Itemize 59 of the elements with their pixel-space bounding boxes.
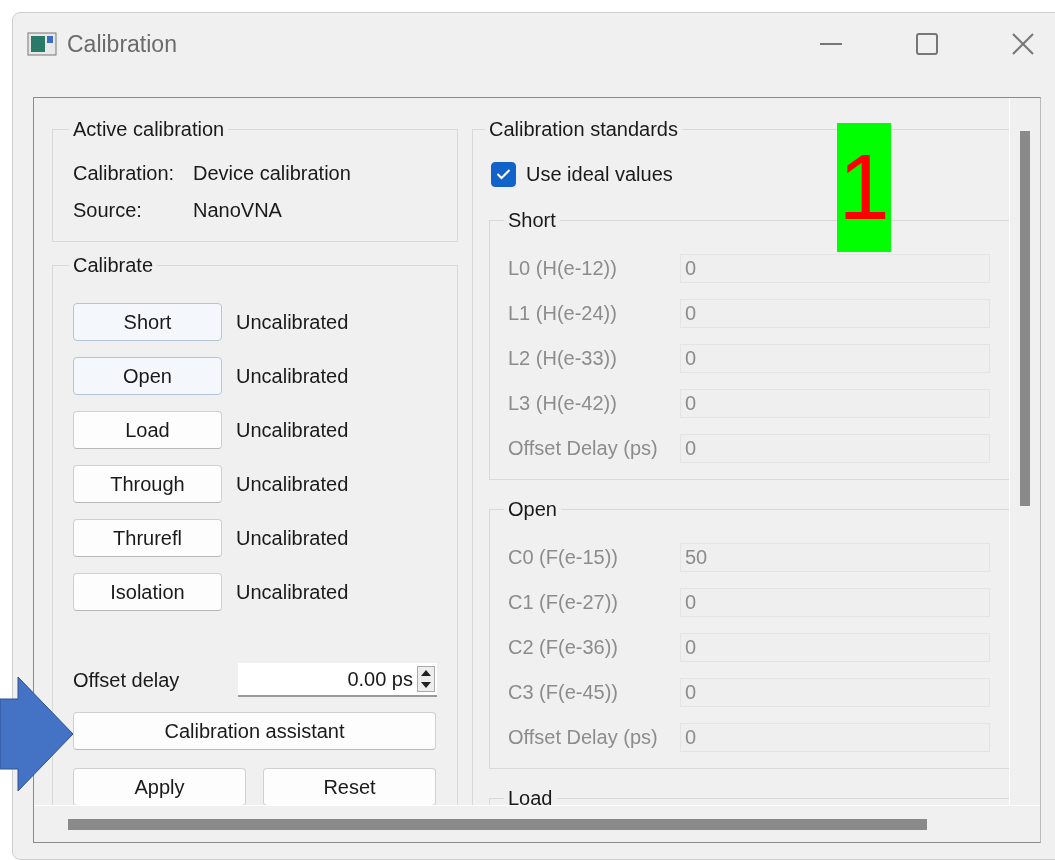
parameter-field: 0 [680, 344, 990, 373]
parameter-label: L0 (H(e-12)) [508, 257, 618, 280]
parameter-field: 0 [680, 633, 990, 662]
vertical-scrollbar-thumb[interactable] [1020, 131, 1030, 506]
action-button[interactable]: Apply [73, 768, 246, 805]
parameter-label: C3 (F(e-45)) [508, 681, 619, 704]
action-button[interactable]: Reset [263, 768, 436, 805]
parameter-field: 0 [680, 723, 990, 752]
parameter-label: C2 (F(e-36)) [508, 636, 619, 659]
offset-delay-spinbox[interactable]: 0.00 ps [238, 663, 437, 697]
calibrate-step-button[interactable]: Load [73, 411, 222, 449]
checkmark-icon [496, 168, 511, 180]
app-icon [27, 32, 57, 56]
step-status: Uncalibrated [236, 472, 349, 496]
parameter-label: L3 (H(e-42)) [508, 392, 618, 415]
calibration-assistant-button[interactable]: Calibration assistant [73, 712, 436, 750]
parameter-label: C1 (F(e-27)) [508, 591, 619, 614]
step-status: Uncalibrated [236, 364, 349, 388]
info-value: NanoVNA [193, 199, 282, 222]
step-status: Uncalibrated [236, 310, 349, 334]
info-label: Source: [73, 199, 143, 222]
group-title: Active calibration [72, 118, 226, 141]
parameter-field: 50 [680, 543, 990, 572]
info-label: Calibration: [73, 162, 176, 185]
calibrate-step-button[interactable]: Thrurefl [73, 519, 222, 557]
horizontal-scrollbar-thumb[interactable] [68, 818, 927, 830]
parameter-field: 0 [680, 299, 990, 328]
parameter-field: 0 [680, 678, 990, 707]
parameter-label: L2 (H(e-33)) [508, 347, 618, 370]
checkbox[interactable] [491, 161, 516, 187]
spin-arrows-icon[interactable] [417, 666, 435, 692]
step-status: Uncalibrated [236, 580, 349, 604]
minimize-icon [820, 43, 842, 45]
parameter-label: L1 (H(e-24)) [508, 302, 618, 325]
maximize-icon [916, 33, 938, 55]
offset-delay-label: Offset delay [73, 668, 180, 692]
parameter-field: 0 [680, 254, 990, 283]
calibrate-step-button[interactable]: Through [73, 465, 222, 503]
parameter-label: C0 (F(e-15)) [508, 546, 619, 569]
step-status: Uncalibrated [236, 526, 349, 550]
info-value: Device calibration [193, 162, 351, 185]
calibrate-step-button[interactable]: Open [73, 357, 222, 395]
group-title: Short [507, 209, 557, 232]
group-title: Open [507, 498, 558, 521]
close-icon [1012, 33, 1034, 55]
parameter-label: Offset Delay (ps) [508, 726, 659, 749]
group-title: Calibration standards [488, 118, 679, 141]
group-title: Load [507, 787, 554, 805]
step-status: Uncalibrated [236, 418, 349, 442]
window-title: Calibration [67, 30, 178, 58]
group-title: Calibrate [72, 254, 155, 277]
annotation-badge: 1 [837, 123, 891, 252]
parameter-field: 0 [680, 389, 990, 418]
calibrate-step-button[interactable]: Short [73, 303, 222, 341]
parameter-label: Offset Delay (ps) [508, 437, 659, 460]
parameter-field: 0 [680, 588, 990, 617]
checkbox-label: Use ideal values [526, 162, 673, 186]
calibrate-step-button[interactable]: Isolation [73, 573, 222, 611]
parameter-field: 0 [680, 434, 990, 463]
